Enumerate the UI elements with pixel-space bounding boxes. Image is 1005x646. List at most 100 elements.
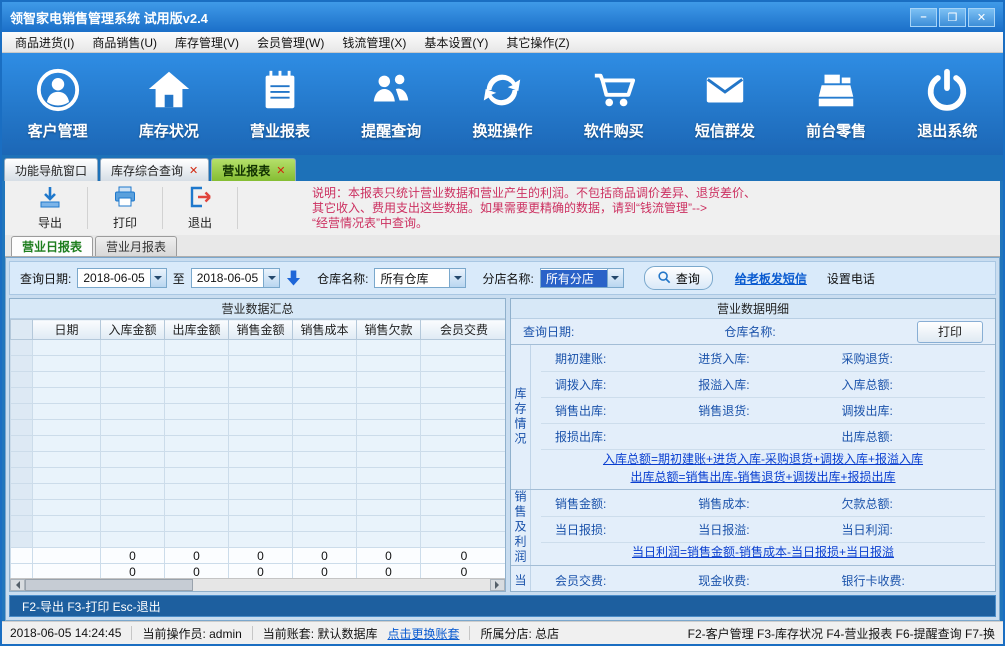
tab-close-icon[interactable]: ✕ — [276, 164, 285, 177]
table-cell — [164, 419, 229, 436]
horizontal-scrollbar[interactable] — [10, 578, 505, 591]
envelope-icon — [702, 67, 748, 113]
detail-row: 报损出库: 出库总额: — [541, 424, 985, 450]
scroll-left-button[interactable] — [10, 579, 25, 591]
table-row[interactable] — [10, 531, 505, 548]
toolbar-front-retail[interactable]: 前台零售 — [781, 53, 892, 155]
column-header[interactable]: 销售欠款 — [356, 319, 421, 340]
toolbar-software-purchase[interactable]: 软件购买 — [558, 53, 669, 155]
date-to-select[interactable]: 2018-06-05 — [190, 268, 281, 288]
table-row[interactable] — [10, 371, 505, 388]
table-cell — [356, 515, 421, 532]
print-action-button[interactable]: 打印 — [96, 185, 154, 231]
export-button[interactable]: 导出 — [21, 185, 79, 231]
column-header[interactable]: 会员交费 — [420, 319, 505, 340]
menu-item-inventory[interactable]: 库存管理(V) — [166, 34, 248, 51]
column-header[interactable]: 销售成本 — [292, 319, 357, 340]
tab-function-navigation[interactable]: 功能导航窗口 — [4, 158, 99, 181]
menu-item-sales[interactable]: 商品销售(U) — [83, 34, 166, 51]
table-cell — [420, 483, 505, 500]
table-cell — [100, 387, 165, 404]
table-cell — [10, 403, 33, 420]
maximize-button[interactable]: ❐ — [939, 7, 966, 27]
table-cell — [100, 419, 165, 436]
hotkey-hint-bar: F2-导出 F3-打印 Esc-退出 — [9, 595, 996, 617]
column-header[interactable]: 销售金额 — [228, 319, 293, 340]
table-row[interactable] — [10, 467, 505, 484]
tab-business-report[interactable]: 营业报表 ✕ — [211, 158, 297, 181]
warehouse-select[interactable]: 所有仓库 — [374, 268, 467, 288]
table-row[interactable] — [10, 419, 505, 436]
branch-select[interactable]: 所有分店 — [539, 268, 624, 288]
table-cell — [356, 451, 421, 468]
table-row[interactable] — [10, 515, 505, 532]
table-cell — [356, 355, 421, 372]
table-row[interactable] — [10, 451, 505, 468]
toolbar-business-report[interactable]: 营业报表 — [224, 53, 335, 155]
toolbar-customer-management[interactable]: 客户管理 — [2, 53, 113, 155]
summary-header-row: 日期 入库金额 出库金额 销售金额 销售成本 销售欠款 会员交费 — [10, 319, 505, 340]
column-header[interactable]: 入库金额 — [100, 319, 165, 340]
table-row[interactable] — [10, 355, 505, 372]
table-row[interactable] — [10, 435, 505, 452]
table-row[interactable] — [10, 499, 505, 516]
table-row[interactable] — [10, 403, 505, 420]
query-button[interactable]: 查询 — [643, 266, 713, 290]
column-header[interactable]: 出库金额 — [164, 319, 229, 340]
export-icon — [38, 185, 62, 212]
menu-item-members[interactable]: 会员管理(W) — [248, 34, 333, 51]
table-row[interactable] — [10, 387, 505, 404]
close-button[interactable]: ✕ — [968, 7, 995, 27]
menu-item-other[interactable]: 其它操作(Z) — [497, 34, 578, 51]
inbound-formula: 入库总额=期初建账+进货入库-采购退货+调拨入库+报溢入库 — [602, 452, 924, 466]
summary-table[interactable]: 日期 入库金额 出库金额 销售金额 销售成本 销售欠款 会员交费 0000000… — [10, 319, 505, 578]
table-cell — [228, 339, 293, 356]
scroll-thumb[interactable] — [25, 579, 193, 591]
scroll-right-button[interactable] — [490, 579, 505, 591]
print-button[interactable]: 打印 — [917, 320, 983, 343]
toolbar-shift-change[interactable]: 换班操作 — [447, 53, 558, 155]
date-from-select[interactable]: 2018-06-05 — [77, 268, 167, 288]
table-cell — [32, 387, 101, 404]
minimize-button[interactable]: – — [910, 7, 937, 27]
toolbar-reminder-query[interactable]: 提醒查询 — [336, 53, 447, 155]
table-cell — [228, 499, 293, 516]
chevron-down-icon[interactable] — [149, 269, 166, 287]
chevron-down-icon[interactable] — [263, 269, 280, 287]
detail-row: 销售金额: 销售成本: 欠款总额: — [541, 491, 985, 517]
tab-monthly-report[interactable]: 营业月报表 — [95, 236, 178, 256]
toolbar-sms-broadcast[interactable]: 短信群发 — [669, 53, 780, 155]
table-cell — [10, 339, 33, 356]
exit-action-button[interactable]: 退出 — [171, 185, 229, 231]
menu-item-purchase[interactable]: 商品进货(I) — [6, 34, 83, 51]
separator — [251, 626, 253, 640]
menu-item-settings[interactable]: 基本设置(Y) — [415, 34, 497, 51]
main-toolbar: 客户管理 库存状况 营业报表 提醒查询 换班操作 软件购买 短信群发 前台零售 — [2, 53, 1003, 155]
toolbar-inventory-status[interactable]: 库存状况 — [113, 53, 224, 155]
switch-account-link[interactable]: 点击更换账套 — [387, 625, 459, 642]
table-cell — [356, 371, 421, 388]
chevron-down-icon[interactable] — [606, 269, 623, 287]
table-cell — [10, 435, 33, 452]
business-detail-panel: 营业数据明细 查询日期: 仓库名称: 打印 库存情况 期初建账: 进货入库: 采购退… — [510, 298, 996, 592]
report-type-tabs: 营业日报表 营业月报表 — [5, 235, 1000, 257]
table-cell — [292, 499, 357, 516]
chevron-down-icon[interactable] — [449, 269, 466, 287]
table-cell — [164, 467, 229, 484]
table-row[interactable] — [10, 339, 505, 356]
summary-total-cell: 0 — [228, 563, 293, 578]
phone-setting-link[interactable]: 设置电话 — [827, 270, 875, 287]
column-header[interactable]: 日期 — [32, 319, 101, 340]
table-cell — [292, 531, 357, 548]
table-cell — [100, 467, 165, 484]
toolbar-exit-system[interactable]: 退出系统 — [892, 53, 1003, 155]
tab-close-icon[interactable]: ✕ — [189, 164, 198, 177]
menu-item-cashflow[interactable]: 钱流管理(X) — [333, 34, 415, 51]
scroll-track[interactable] — [193, 579, 490, 591]
summary-total-cell: 0 — [100, 547, 165, 564]
tab-inventory-query[interactable]: 库存综合查询 ✕ — [100, 158, 210, 181]
table-row[interactable] — [10, 483, 505, 500]
title-bar[interactable]: 领智家电销售管理系统 试用版v2.4 – ❐ ✕ — [2, 2, 1003, 32]
sms-boss-link[interactable]: 给老板发短信 — [735, 270, 807, 287]
tab-daily-report[interactable]: 营业日报表 — [11, 236, 94, 256]
